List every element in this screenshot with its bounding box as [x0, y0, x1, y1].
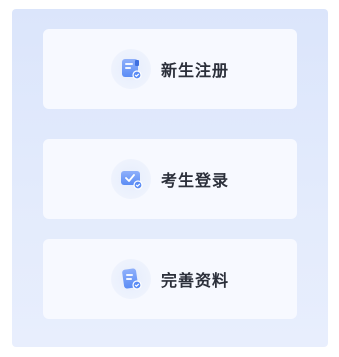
login-label: 考生登录 — [160, 171, 229, 190]
profile-doc-icon — [110, 259, 151, 299]
profile-card-content: 完善资料 — [110, 259, 229, 299]
profile-label: 完善资料 — [160, 271, 229, 290]
register-card-content: 新生注册 — [110, 49, 229, 89]
login-check-icon — [110, 159, 151, 199]
register-form-icon — [110, 49, 151, 89]
login-card-content: 考生登录 — [110, 159, 229, 199]
profile-card[interactable]: 完善资料 — [43, 239, 297, 319]
register-card[interactable]: 新生注册 — [43, 29, 297, 109]
register-label: 新生注册 — [160, 61, 229, 80]
login-card[interactable]: 考生登录 — [43, 139, 297, 219]
menu-panel: 新生注册 考生登录 完善资料 — [12, 9, 328, 347]
